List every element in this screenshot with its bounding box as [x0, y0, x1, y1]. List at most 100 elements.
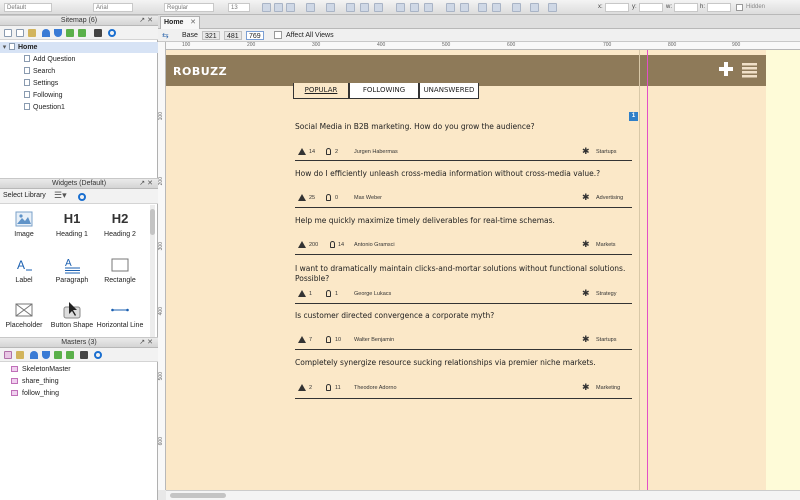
widget-heading-2[interactable]: H2 Heading 2 [96, 210, 144, 238]
question-title[interactable]: Social Media in B2B marketing. How do yo… [295, 122, 632, 132]
category-label[interactable]: Marketing [596, 385, 620, 391]
align-middle-button[interactable] [410, 3, 419, 12]
delete-master-icon[interactable] [80, 351, 88, 359]
add-folder-icon[interactable] [16, 351, 24, 359]
widget-paragraph[interactable]: A Paragraph [48, 256, 96, 284]
affect-all-checkbox[interactable] [274, 31, 282, 39]
font-weight-select[interactable]: Regular [164, 3, 214, 12]
author-name[interactable]: George Lukacs [354, 291, 391, 297]
sitemap-item[interactable]: Question1 [24, 102, 65, 113]
widgets-scroll-thumb[interactable] [150, 209, 155, 235]
font-select[interactable]: Arial [93, 3, 133, 12]
question-title[interactable]: I want to dramatically maintain clicks-a… [295, 264, 632, 284]
category-label[interactable]: Advertising [596, 195, 623, 201]
question-title[interactable]: Help me quickly maximize timely delivera… [295, 216, 632, 226]
tab-popular[interactable]: POPULAR [293, 83, 349, 99]
author-name[interactable]: Walter Benjamin [354, 337, 394, 343]
view-321[interactable]: 321 [202, 31, 220, 40]
author-name[interactable]: Jurgen Habermas [354, 149, 398, 155]
underline-button[interactable] [286, 3, 295, 12]
expand-arrow-icon[interactable]: ▾ [0, 42, 9, 53]
align-right-button[interactable] [374, 3, 383, 12]
widget-horizontal-line[interactable]: Horizontal Line [96, 301, 144, 329]
views-icon[interactable]: ⇆ [162, 31, 169, 40]
widget-label-item[interactable]: A Label [0, 256, 48, 284]
bold-button[interactable] [262, 3, 271, 12]
align-left-button[interactable] [346, 3, 355, 12]
outdent-icon[interactable] [54, 351, 62, 359]
upvote-icon[interactable] [298, 384, 306, 391]
shadow-button[interactable] [530, 3, 539, 12]
add-icon[interactable] [719, 62, 733, 76]
widget-image[interactable]: Image [0, 210, 48, 238]
library-menu-icon[interactable]: ☰▾ [54, 190, 67, 201]
widget-rectangle[interactable]: Rectangle [96, 256, 144, 284]
view-769[interactable]: 769 [246, 31, 264, 40]
sitemap-item[interactable]: Search [24, 66, 55, 77]
align-top-button[interactable] [396, 3, 405, 12]
panel-controls-icon[interactable]: ↗✕ [139, 16, 155, 26]
search-icon[interactable] [94, 351, 102, 359]
panel-controls-icon[interactable]: ↗✕ [139, 338, 155, 348]
h-field[interactable] [707, 3, 731, 12]
category-label[interactable]: Startups [596, 149, 616, 155]
view-481[interactable]: 481 [224, 31, 242, 40]
horizontal-scroll-thumb[interactable] [170, 493, 226, 498]
view-base[interactable]: Base [182, 31, 198, 40]
widget-heading-1[interactable]: H1 Heading 1 [48, 210, 96, 238]
line-width-button[interactable] [478, 3, 487, 12]
canvas-horizontal-scrollbar[interactable] [166, 490, 800, 500]
add-master-icon[interactable] [4, 351, 12, 359]
add-page-icon[interactable] [4, 29, 12, 37]
indent-icon[interactable] [78, 29, 86, 37]
align-bottom-button[interactable] [424, 3, 433, 12]
widget-placeholder[interactable]: Placeholder [0, 301, 48, 329]
bullet-button[interactable] [326, 3, 335, 12]
move-down-icon[interactable] [54, 29, 62, 37]
upvote-icon[interactable] [298, 336, 306, 343]
sitemap-item-home[interactable]: ▾ Home [0, 42, 158, 53]
tab-following[interactable]: FOLLOWING [349, 83, 419, 99]
delete-page-icon[interactable] [94, 29, 102, 37]
question-item[interactable]: Is customer directed convergence a corpo… [295, 311, 632, 350]
sitemap-item[interactable]: Following [24, 90, 63, 101]
upvote-icon[interactable] [298, 241, 306, 248]
category-label[interactable]: Markets [596, 242, 616, 248]
question-title[interactable]: Is customer directed convergence a corpo… [295, 311, 632, 321]
master-item[interactable]: share_thing [11, 376, 59, 387]
style-select[interactable]: Default [4, 3, 52, 12]
move-down-icon[interactable] [42, 351, 50, 359]
question-item[interactable]: How do I efficiently unleash cross-media… [295, 169, 632, 208]
corner-button[interactable] [548, 3, 557, 12]
add-child-page-icon[interactable] [16, 29, 24, 37]
widgets-scrollbar[interactable] [150, 205, 155, 339]
hidden-checkbox[interactable] [736, 4, 743, 11]
w-field[interactable] [674, 3, 698, 12]
master-item[interactable]: follow_thing [11, 388, 59, 399]
author-name[interactable]: Theodore Adorno [354, 385, 397, 391]
line-style-button[interactable] [492, 3, 501, 12]
sitemap-item[interactable]: Add Question [24, 54, 75, 65]
upvote-icon[interactable] [298, 194, 306, 201]
tab-unanswered[interactable]: UNANSWERED [419, 83, 479, 99]
design-canvas[interactable]: ROBUZZ POPULAR FOLLOWING UNANSWERED 1 So… [166, 50, 800, 490]
outdent-icon[interactable] [66, 29, 74, 37]
category-label[interactable]: Startups [596, 337, 616, 343]
author-name[interactable]: Antonio Gramsci [354, 242, 395, 248]
question-title[interactable]: How do I efficiently unleash cross-media… [295, 169, 632, 179]
question-item[interactable]: I want to dramatically maintain clicks-a… [295, 264, 632, 304]
library-select[interactable]: Select Library [3, 192, 46, 199]
panel-controls-icon[interactable]: ↗✕ [139, 179, 155, 189]
align-center-button[interactable] [360, 3, 369, 12]
sitemap-item[interactable]: Settings [24, 78, 58, 89]
search-icon[interactable] [108, 29, 116, 37]
question-item[interactable]: Completely synergize resource sucking re… [295, 358, 632, 399]
y-field[interactable] [639, 3, 663, 12]
move-up-icon[interactable] [42, 29, 50, 37]
master-item[interactable]: SkeletonMaster [11, 364, 71, 375]
question-title[interactable]: Completely synergize resource sucking re… [295, 358, 632, 368]
font-size-select[interactable]: 13 [228, 3, 250, 12]
category-label[interactable]: Strategy [596, 291, 616, 297]
search-icon[interactable] [78, 193, 86, 201]
close-icon[interactable]: ✕ [190, 17, 196, 29]
